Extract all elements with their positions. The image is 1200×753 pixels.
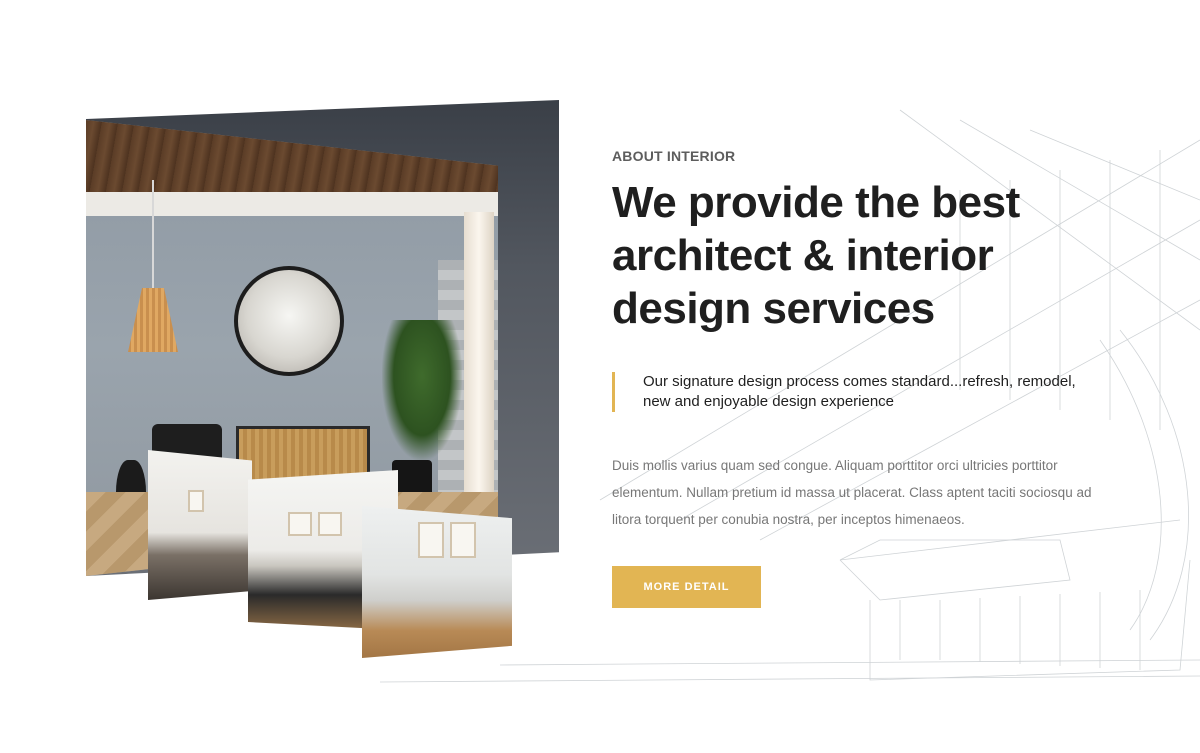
interior-gallery xyxy=(86,100,566,670)
pendant-cord xyxy=(152,180,154,290)
section-title: We provide the best architect & interior… xyxy=(612,178,1020,333)
rattan-pendant-lamp xyxy=(128,288,178,352)
highlight-quote: Our signature design process comes stand… xyxy=(612,372,1083,412)
wall-art xyxy=(450,522,476,558)
wall-art xyxy=(318,512,342,536)
more-detail-button[interactable]: MORE DETAIL xyxy=(612,566,761,608)
gallery-thumb-3 xyxy=(362,506,512,658)
ceiling-molding xyxy=(86,192,498,216)
window-curtain xyxy=(464,212,494,512)
about-section: ABOUT INTERIOR We provide the best archi… xyxy=(612,146,1172,608)
gallery-thumb-1 xyxy=(148,450,252,600)
round-mirror xyxy=(234,266,344,376)
wall-art xyxy=(188,490,204,512)
wall-art xyxy=(418,522,444,558)
section-eyebrow: ABOUT INTERIOR xyxy=(612,148,736,164)
section-body-text: Duis mollis varius quam sed congue. Aliq… xyxy=(612,458,1092,527)
wall-art xyxy=(288,512,312,536)
fiddle-leaf-plant xyxy=(382,320,462,460)
